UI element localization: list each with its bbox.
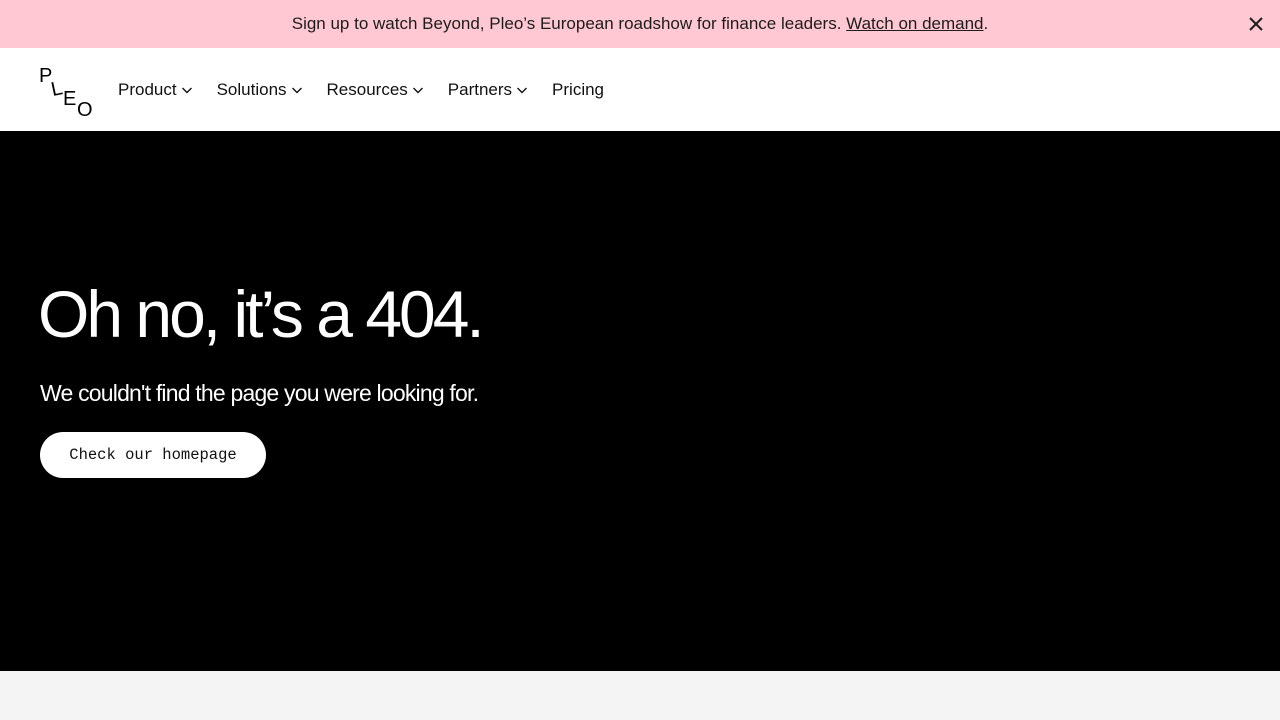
chevron-down-icon	[517, 87, 528, 94]
footer-strip	[0, 671, 1280, 720]
check-homepage-button[interactable]: Check our homepage	[40, 432, 266, 478]
nav-item-label: Solutions	[216, 80, 287, 99]
banner-text: Sign up to watch Beyond, Pleo’s European…	[292, 14, 989, 34]
page-title: Oh no, it’s a 404.	[38, 277, 485, 351]
chevron-down-icon	[412, 87, 423, 94]
error-hero: Oh no, it’s a 404. We couldn't find the …	[0, 131, 1280, 671]
pleo-logo[interactable]: P L E O	[38, 62, 98, 118]
logo-letter-e: E	[63, 88, 76, 110]
nav-item-product[interactable]: Product	[118, 79, 193, 101]
nav-item-label: Product	[118, 80, 177, 99]
nav-item-pricing[interactable]: Pricing	[552, 79, 604, 101]
banner-trailing: .	[983, 14, 989, 33]
nav-menu: Product Solutions Resources Partners Pri…	[118, 79, 628, 101]
banner-close-button[interactable]	[1246, 14, 1266, 34]
logo-letter-o: O	[77, 99, 93, 118]
banner-message: Sign up to watch Beyond, Pleo’s European…	[291, 14, 847, 33]
nav-item-label: Partners	[447, 80, 513, 99]
page-subtitle: We couldn't find the page you were looki…	[40, 380, 479, 406]
main-navigation: P L E O Product Solutions Resources Part…	[0, 48, 1280, 131]
close-icon	[1249, 17, 1263, 31]
announcement-banner: Sign up to watch Beyond, Pleo’s European…	[0, 0, 1280, 48]
nav-item-solutions[interactable]: Solutions	[217, 79, 303, 101]
watch-on-demand-link[interactable]: Watch on demand	[846, 14, 983, 33]
nav-item-label: Resources	[326, 80, 408, 99]
nav-item-label: Pricing	[552, 80, 605, 99]
chevron-down-icon	[291, 87, 302, 94]
nav-item-partners[interactable]: Partners	[448, 79, 528, 101]
nav-item-resources[interactable]: Resources	[327, 79, 424, 101]
chevron-down-icon	[181, 87, 192, 94]
